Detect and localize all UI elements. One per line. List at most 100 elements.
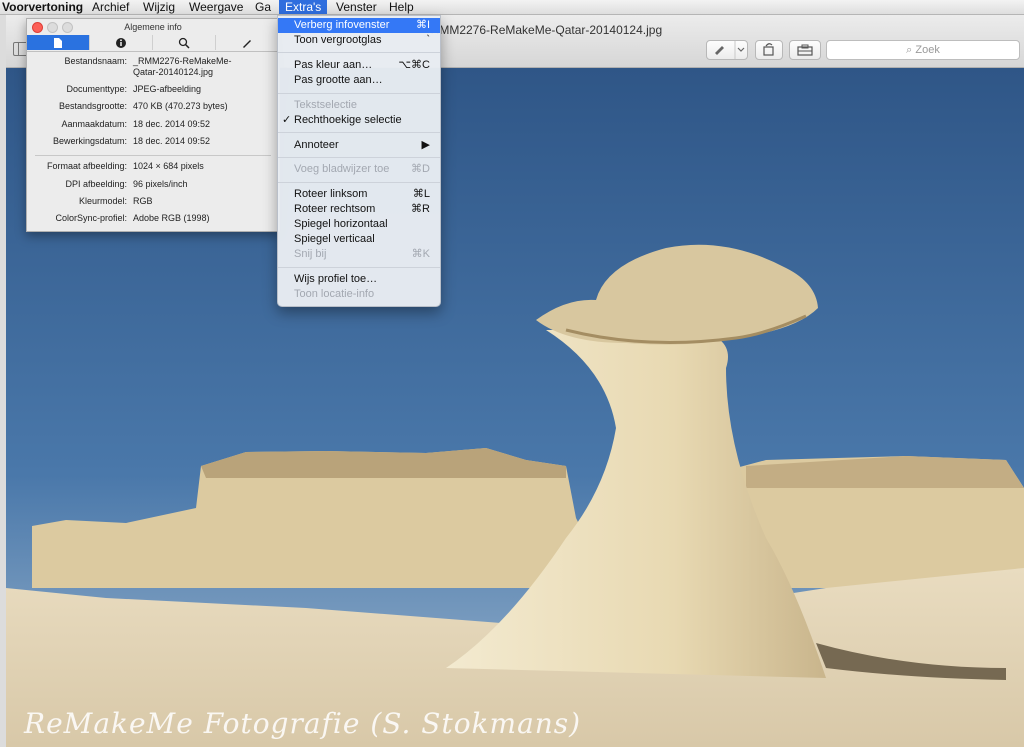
menu-item-shortcut: ⌘R: [411, 203, 430, 215]
menu-item-label: Pas kleur aan…: [294, 59, 373, 71]
info-value: 96 pixels/inch: [133, 179, 188, 189]
info-icon: [116, 38, 126, 48]
tab-annotations[interactable]: [216, 35, 278, 50]
menu-separator: [278, 267, 440, 268]
menu-archief[interactable]: Archief: [90, 0, 131, 14]
info-row-filename-cont: Qatar-20140124.jpg: [27, 67, 279, 81]
menu-item-crop[interactable]: Snij bij ⌘K: [278, 247, 440, 262]
info-row-dpi: DPI afbeelding: 96 pixels/inch: [27, 179, 279, 193]
info-value: _RMM2276-ReMakeMe-: [133, 56, 232, 66]
info-label: DPI afbeelding:: [65, 179, 127, 189]
menu-item-shortcut: ⌘D: [411, 163, 430, 175]
menu-wijzig[interactable]: Wijzig: [141, 0, 177, 14]
info-row-doctype: Documenttype: JPEG-afbeelding: [27, 84, 279, 98]
info-value: RGB: [133, 196, 153, 206]
info-value: 470 KB (470.273 bytes): [133, 101, 228, 111]
document-icon: [54, 38, 62, 48]
menu-item-shortcut: ⌥⌘C: [398, 59, 430, 71]
menu-item-shortcut: ⌘L: [412, 188, 430, 200]
menu-item-hide-info[interactable]: Verberg infovenster ⌘I: [278, 18, 440, 33]
info-row-colormodel: Kleurmodel: RGB: [27, 196, 279, 210]
toolbox-icon: [797, 44, 813, 56]
info-panel: Algemene info Bestandsnaam: _RMM2276-ReM…: [26, 18, 280, 232]
pencil-icon: [243, 40, 251, 48]
menu-item-loupe[interactable]: Toon vergrootglas `: [278, 33, 440, 48]
tab-search[interactable]: [153, 35, 216, 50]
info-row-modified: Bewerkingsdatum: 18 dec. 2014 09:52: [27, 136, 279, 150]
menu-item-label: Roteer rechtsom: [294, 203, 376, 215]
info-row-filesize: Bestandsgrootte: 470 KB (470.273 bytes): [27, 101, 279, 115]
menu-item-rotate-left[interactable]: Roteer linksom ⌘L: [278, 187, 440, 202]
menu-item-label: Spiegel verticaal: [294, 233, 375, 245]
info-value: 1024 × 684 pixels: [133, 161, 204, 171]
menu-item-adjust-size[interactable]: Pas grootte aan…: [278, 73, 440, 88]
search-icon: ⌕: [906, 44, 916, 56]
menu-item-adjust-color[interactable]: Pas kleur aan… ⌥⌘C: [278, 58, 440, 73]
menu-item-label: Roteer linksom: [294, 188, 368, 200]
divider: [35, 155, 271, 156]
menu-separator: [278, 157, 440, 158]
rotate-icon: [763, 43, 774, 56]
menu-item-shortcut: ⌘K: [411, 248, 430, 260]
search-placeholder: Zoek: [915, 44, 940, 56]
menu-item-flip-vertical[interactable]: Spiegel verticaal: [278, 232, 440, 247]
menu-separator: [278, 132, 440, 133]
menu-item-rotate-right[interactable]: Roteer rechtsom ⌘R: [278, 202, 440, 217]
info-row-dimensions: Formaat afbeelding: 1024 × 684 pixels: [27, 161, 279, 175]
menu-item-rect-selection[interactable]: ✓ Rechthoekige selectie: [278, 113, 440, 128]
info-label: Aanmaakdatum:: [61, 119, 127, 129]
menu-item-annotate[interactable]: Annoteer ▶: [278, 138, 440, 153]
rotate-button[interactable]: [755, 40, 783, 60]
menu-venster[interactable]: Venster: [334, 0, 379, 14]
info-label: Bestandsgrootte:: [58, 101, 127, 111]
menu-item-label: Snij bij: [294, 248, 327, 260]
pen-icon: [715, 41, 745, 59]
info-label: Formaat afbeelding:: [46, 161, 127, 171]
menu-app-voorvertoning[interactable]: Voorvertoning: [0, 0, 85, 14]
menu-separator: [278, 93, 440, 94]
watermark-text: ReMakeMe Fotografie (S. Stokmans): [24, 707, 582, 740]
info-label: Kleurmodel:: [78, 196, 127, 206]
menu-item-label: Toon vergrootglas: [294, 34, 382, 46]
info-tabs: [27, 35, 279, 52]
info-panel-title: Algemene info: [124, 22, 182, 32]
info-value: 18 dec. 2014 09:52: [133, 119, 211, 129]
menu-item-shortcut: `: [426, 34, 430, 46]
markup-button[interactable]: [706, 40, 748, 60]
menu-bar: Voorvertoning Archief Wijzig Weergave Ga…: [0, 0, 1024, 15]
menu-item-label: Wijs profiel toe…: [294, 273, 378, 285]
search-icon: [178, 37, 190, 49]
window-title: _RMM2276-ReMakeMe-Qatar-20140124.jpg: [424, 23, 663, 37]
toolbox-button[interactable]: [789, 40, 821, 60]
checkmark-icon: ✓: [282, 114, 292, 126]
menu-ga[interactable]: Ga: [253, 0, 273, 14]
menu-item-label: Spiegel horizontaal: [294, 218, 388, 230]
menu-separator: [278, 52, 440, 53]
tab-info[interactable]: [90, 35, 153, 50]
menu-item-label: Toon locatie-info: [294, 288, 375, 300]
menu-item-label: Voeg bladwijzer toe: [294, 163, 390, 175]
menu-help[interactable]: Help: [387, 0, 416, 14]
menu-item-shortcut: ⌘I: [415, 19, 430, 31]
menu-separator: [278, 182, 440, 183]
menu-item-label: Tekstselectie: [294, 99, 357, 111]
info-value: 18 dec. 2014 09:52: [133, 136, 211, 146]
menu-item-label: Verberg infovenster: [294, 19, 390, 31]
menu-item-location-info[interactable]: Toon locatie-info: [278, 287, 440, 302]
tab-general[interactable]: [27, 35, 90, 50]
submenu-arrow-icon: ▶: [421, 139, 430, 151]
menu-item-text-selection[interactable]: Tekstselectie: [278, 98, 440, 113]
extras-menu: Verberg infovenster ⌘I Toon vergrootglas…: [277, 15, 441, 307]
menu-item-label: Rechthoekige selectie: [294, 114, 402, 126]
info-row-created: Aanmaakdatum: 18 dec. 2014 09:52: [27, 119, 279, 133]
menu-item-label: Pas grootte aan…: [294, 74, 383, 86]
menu-item-flip-horizontal[interactable]: Spiegel horizontaal: [278, 217, 440, 232]
menu-item-add-bookmark[interactable]: Voeg bladwijzer toe ⌘D: [278, 162, 440, 177]
menu-item-assign-profile[interactable]: Wijs profiel toe…: [278, 272, 440, 287]
info-value: Adobe RGB (1998): [133, 213, 210, 223]
menu-item-label: Annoteer: [294, 139, 339, 151]
info-label: Bewerkingsdatum:: [52, 136, 127, 146]
search-field[interactable]: ⌕ Zoek: [826, 40, 1020, 60]
menu-weergave[interactable]: Weergave: [187, 0, 245, 14]
menu-extras[interactable]: Extra's: [279, 0, 328, 14]
